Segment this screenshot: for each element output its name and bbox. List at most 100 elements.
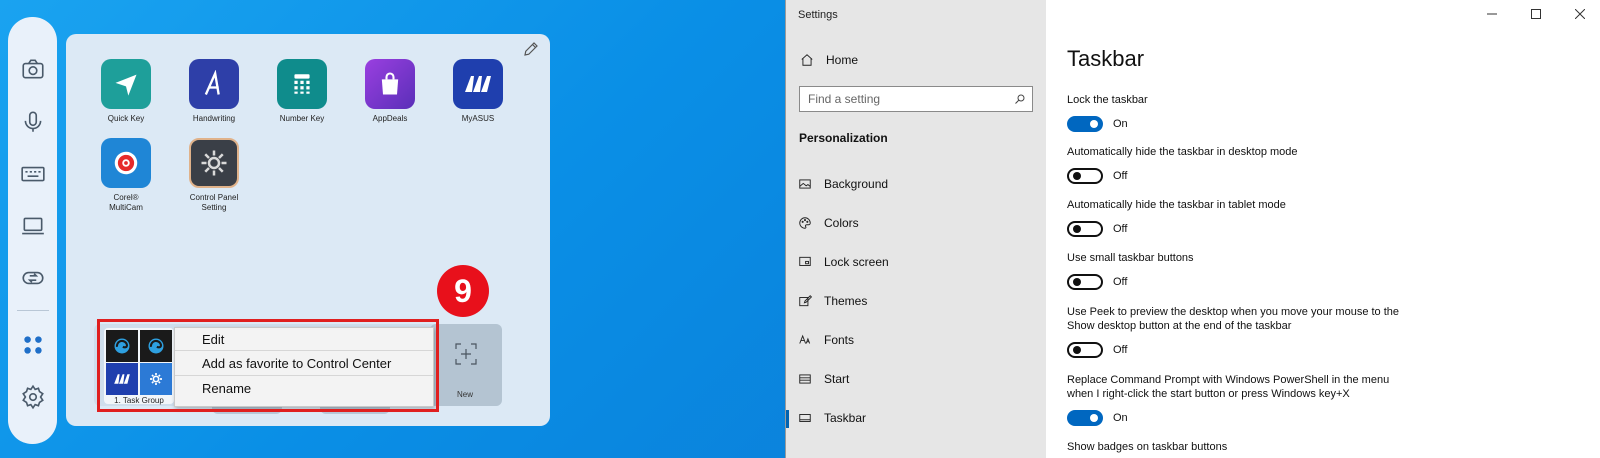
setting-autohide-tablet: Automatically hide the taskbar in tablet… <box>1067 198 1467 237</box>
setting-label: Automatically hide the taskbar in deskto… <box>1067 146 1298 158</box>
toggle-small-buttons[interactable]: Off <box>1067 274 1467 290</box>
nav-item-label: Lock screen <box>824 255 889 269</box>
settings-window: Settings Home Find a setting Personaliza… <box>785 0 1600 458</box>
app-appdeals[interactable]: AppDeals <box>342 59 438 124</box>
nav-item-label: Taskbar <box>824 411 867 425</box>
font-icon <box>799 334 811 344</box>
nav-item-lock-screen[interactable]: Lock screen <box>798 255 889 269</box>
laptop-icon[interactable] <box>18 211 48 241</box>
nav-home-label: Home <box>826 53 859 67</box>
maximize-icon <box>1531 9 1541 19</box>
toggle-switch[interactable] <box>1067 221 1103 237</box>
app-corel-multicam[interactable]: Corel® MultiCam <box>78 138 174 213</box>
toggle-switch[interactable] <box>1067 168 1103 184</box>
toggle-state: Off <box>1113 276 1128 288</box>
window-controls <box>1484 6 1588 22</box>
palette-icon <box>799 217 811 229</box>
nav-section-title: Personalization <box>799 131 888 145</box>
handwriting-a-icon <box>189 59 239 109</box>
search-placeholder: Find a setting <box>808 92 881 106</box>
settings-nav-pane: Settings Home Find a setting Personaliza… <box>786 0 1046 458</box>
app-label: Control Panel Setting <box>189 193 239 212</box>
toggle-state: On <box>1113 118 1128 130</box>
app-label: MyASUS <box>461 114 495 123</box>
toggle-autohide-tablet[interactable]: Off <box>1067 221 1467 237</box>
nav-item-label: Background <box>824 177 889 191</box>
setting-label: Automatically hide the taskbar in tablet… <box>1067 199 1286 211</box>
app-number-key[interactable]: Number Key <box>254 59 350 124</box>
toggle-switch[interactable] <box>1067 410 1103 426</box>
microphone-icon[interactable] <box>18 107 48 137</box>
app-label: Corel® MultiCam <box>109 193 143 212</box>
app-myasus[interactable]: MyASUS <box>430 59 526 124</box>
add-plus-icon <box>455 343 477 365</box>
toggle-peek[interactable]: Off <box>1067 342 1427 358</box>
step-number-badge: 9 <box>437 265 489 317</box>
setting-powershell: Replace Command Prompt with Windows Powe… <box>1067 373 1412 426</box>
active-nav-indicator <box>786 410 789 428</box>
toggle-state: Off <box>1113 344 1128 356</box>
setting-label: Replace Command Prompt with Windows Powe… <box>1067 374 1390 400</box>
app-label: Handwriting <box>192 114 236 123</box>
page-title: Taskbar <box>1067 46 1145 71</box>
app-control-panel-setting[interactable]: Control Panel Setting <box>166 138 262 213</box>
toggle-switch[interactable] <box>1067 274 1103 290</box>
minimize-button[interactable] <box>1484 6 1500 22</box>
setting-label: Lock the taskbar <box>1067 94 1148 106</box>
setting-peek: Use Peek to preview the desktop when you… <box>1067 305 1427 358</box>
toggle-powershell[interactable]: On <box>1067 410 1412 426</box>
keyboard-icon[interactable] <box>18 159 48 189</box>
control-center-toolbar <box>8 17 57 444</box>
close-button[interactable] <box>1572 6 1588 22</box>
app-quick-key[interactable]: Quick Key <box>78 59 174 124</box>
gear-icon <box>189 138 239 188</box>
shopping-bag-icon <box>365 59 415 109</box>
setting-label: Use small taskbar buttons <box>1067 252 1194 264</box>
toolbar-divider <box>17 310 49 311</box>
setting-autohide-desktop: Automatically hide the taskbar in deskto… <box>1067 145 1467 184</box>
nav-home[interactable]: Home <box>800 53 858 67</box>
nav-item-label: Themes <box>824 294 868 308</box>
maximize-button[interactable] <box>1528 6 1544 22</box>
switch-arrows-icon[interactable] <box>18 263 48 293</box>
toggle-switch[interactable] <box>1067 116 1103 132</box>
myasus-logo-icon <box>453 59 503 109</box>
nav-item-label: Colors <box>824 216 859 230</box>
search-input[interactable]: Find a setting <box>799 86 1033 112</box>
toggle-switch[interactable] <box>1067 342 1103 358</box>
window-title: Settings <box>798 9 838 21</box>
nav-item-label: Start <box>824 372 850 386</box>
nav-item-start[interactable]: Start <box>798 372 849 386</box>
start-menu-icon <box>799 374 811 384</box>
nav-item-taskbar[interactable]: Taskbar <box>798 411 866 425</box>
nav-item-fonts[interactable]: Fonts <box>798 333 854 347</box>
camera-icon[interactable] <box>18 54 48 84</box>
edit-pencil-icon[interactable] <box>522 40 540 58</box>
lock-screen-icon <box>799 256 811 266</box>
settings-gear-icon[interactable] <box>18 382 48 412</box>
setting-lock-taskbar: Lock the taskbar On <box>1067 93 1467 132</box>
toggle-lock-taskbar[interactable]: On <box>1067 116 1467 132</box>
toggle-autohide-desktop[interactable]: Off <box>1067 168 1467 184</box>
new-label: New <box>456 390 473 399</box>
brush-icon <box>799 295 812 307</box>
app-label: Number Key <box>279 114 325 123</box>
close-icon <box>1575 9 1585 19</box>
nav-item-background[interactable]: Background <box>798 177 888 191</box>
search-icon <box>1015 94 1025 104</box>
toggle-state: Off <box>1113 170 1128 182</box>
minimize-icon <box>1487 13 1497 15</box>
apps-grid-icon[interactable] <box>18 330 48 360</box>
new-group-button[interactable]: New <box>430 324 502 406</box>
multicam-icon <box>101 138 151 188</box>
nav-item-label: Fonts <box>824 333 855 347</box>
app-handwriting[interactable]: Handwriting <box>166 59 262 124</box>
paper-plane-icon <box>101 59 151 109</box>
nav-item-themes[interactable]: Themes <box>798 294 867 308</box>
number-keypad-icon <box>277 59 327 109</box>
toggle-state: On <box>1113 412 1128 424</box>
setting-label: Use Peek to preview the desktop when you… <box>1067 306 1400 332</box>
app-label: AppDeals <box>372 114 408 123</box>
nav-item-colors[interactable]: Colors <box>798 216 859 230</box>
picture-icon <box>799 179 811 189</box>
